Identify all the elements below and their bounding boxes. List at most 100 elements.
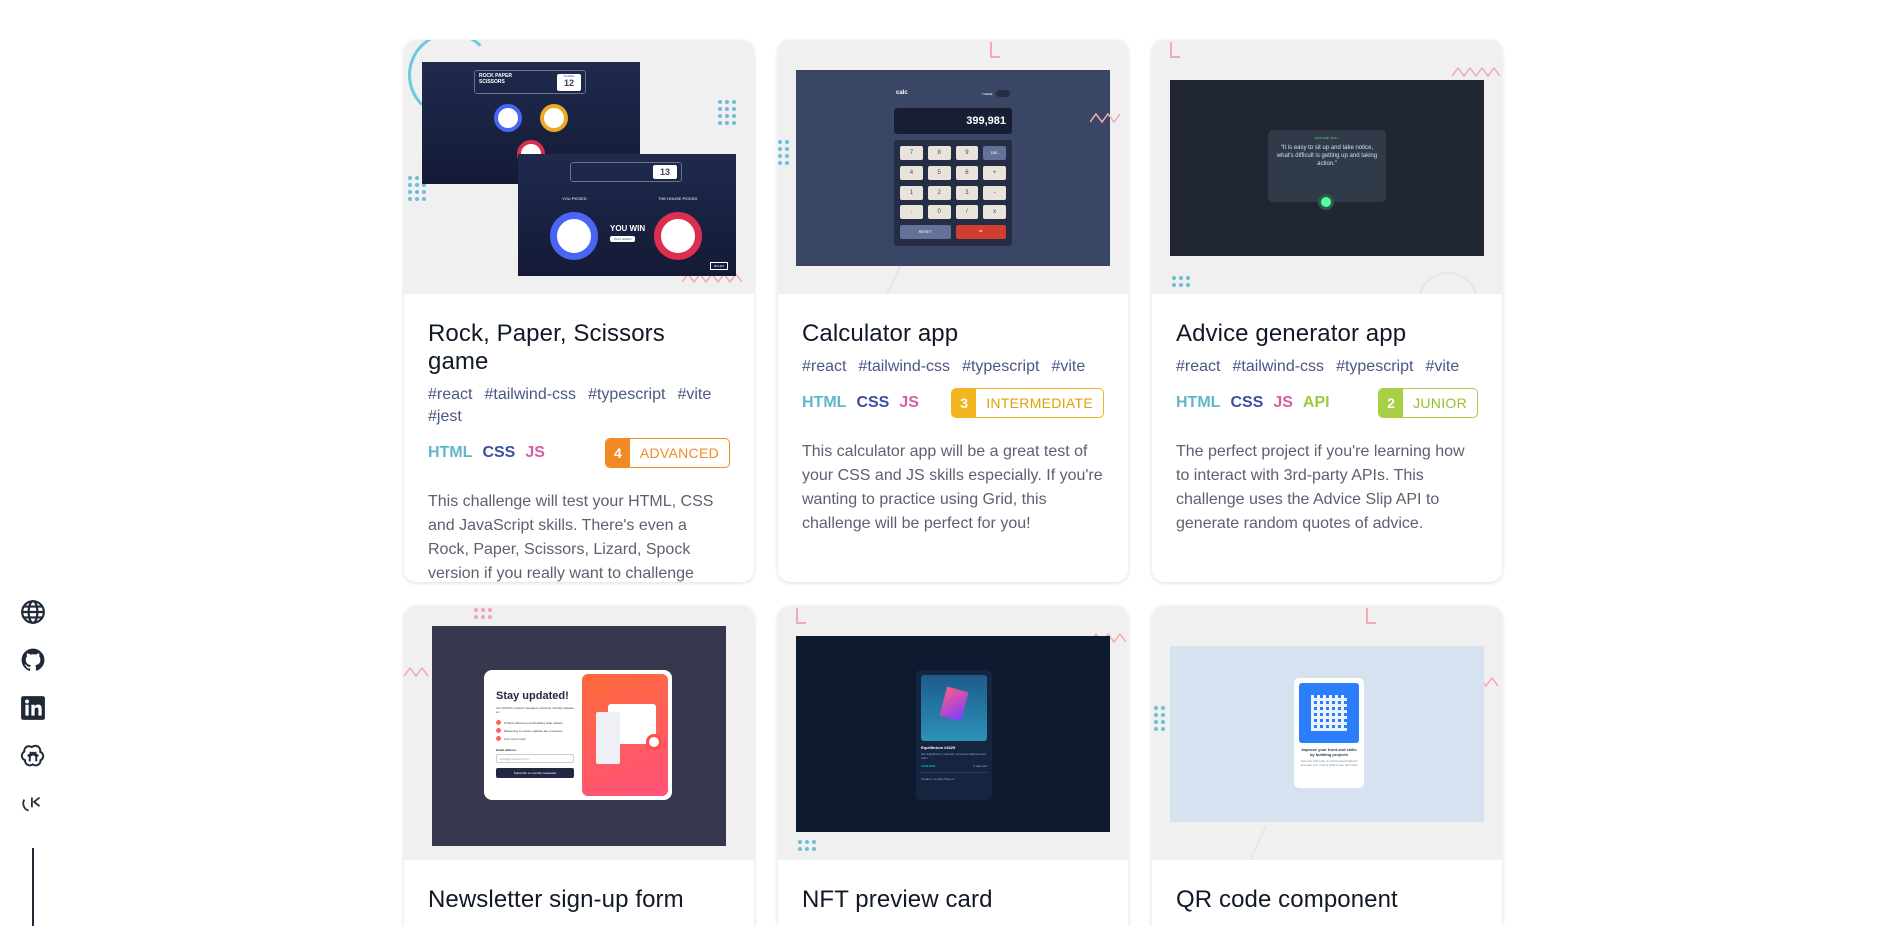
advice-label: ADVICE #117 xyxy=(1315,136,1339,140)
project-preview-advice: ADVICE #117 “It is easy to sit up and ta… xyxy=(1152,40,1502,294)
project-card-qr-code[interactable]: Improve your front-end skills by buildin… xyxy=(1152,606,1502,926)
tag-vite[interactable]: #vite xyxy=(1425,358,1459,376)
tag-vite[interactable]: #vite xyxy=(677,386,711,404)
difficulty-level: 3 xyxy=(952,389,977,417)
tag-tailwind-css[interactable]: #tailwind-css xyxy=(1232,358,1324,376)
calc-key: / xyxy=(955,205,979,220)
project-card-nft-preview[interactable]: Equilibrium #3429 Our Equilibrium collec… xyxy=(778,606,1128,926)
tag-react[interactable]: #react xyxy=(802,358,846,376)
calc-key: 5 xyxy=(927,165,951,180)
calc-key: x xyxy=(983,205,1006,220)
projects-grid: ROCK PAPER SCISSORS SCORE 12 RULES 13 xyxy=(404,40,1502,926)
calc-key: 3 xyxy=(955,185,979,200)
tag-tailwind-css[interactable]: #tailwind-css xyxy=(858,358,950,376)
card-description: This challenge will test your HTML, CSS … xyxy=(428,493,714,582)
project-preview-nft: Equilibrium #3429 Our Equilibrium collec… xyxy=(778,606,1128,860)
kodi-logo-icon[interactable] xyxy=(19,790,47,818)
difficulty-level: 4 xyxy=(605,439,630,467)
project-card-calculator[interactable]: calc THEME 399,981 7 8 9 DEL 4 5 6 + 1 2… xyxy=(778,40,1128,582)
calc-key: 1 xyxy=(900,185,923,200)
lang-js: JS xyxy=(899,394,919,411)
project-preview-qr: Improve your front-end skills by buildin… xyxy=(1152,606,1502,860)
rps-score-2: 13 xyxy=(659,167,670,177)
advice-dice-button xyxy=(1318,194,1334,210)
linkedin-icon[interactable] xyxy=(19,694,47,722)
newsletter-email-label: Email address xyxy=(496,748,517,752)
nft-creator: Creation of Jules Wyvern xyxy=(921,777,955,781)
project-card-newsletter[interactable]: Stay updated! Join 60,000+ product manag… xyxy=(404,606,754,926)
tag-typescript[interactable]: #typescript xyxy=(962,358,1039,376)
nft-text: Our Equilibrium collection promotes bala… xyxy=(921,752,986,760)
calc-key: - xyxy=(983,185,1006,200)
calc-key: 8 xyxy=(927,146,951,160)
social-rail xyxy=(18,598,48,818)
newsletter-email-input: email@company.com xyxy=(496,754,574,763)
project-preview-rps: ROCK PAPER SCISSORS SCORE 12 RULES 13 xyxy=(404,40,754,294)
newsletter-heading: Stay updated! xyxy=(496,690,569,702)
nft-name: Equilibrium #3429 xyxy=(921,745,956,750)
card-title[interactable]: QR code component xyxy=(1176,886,1478,914)
rps-you-picked: YOU PICKED xyxy=(562,196,587,201)
rps-result: YOU WIN xyxy=(610,224,646,233)
card-description: The perfect project if you're learning h… xyxy=(1176,443,1465,532)
card-title[interactable]: Calculator app xyxy=(802,320,1104,348)
newsletter-item: Product discovery and building what matt… xyxy=(504,720,563,725)
newsletter-item: And much more! xyxy=(504,736,527,741)
lang-html: HTML xyxy=(802,394,847,411)
tag-react[interactable]: #react xyxy=(428,386,472,404)
newsletter-sub: Join 60,000+ product managers receiving … xyxy=(496,706,574,714)
lang-html: HTML xyxy=(428,444,473,461)
rps-game-title: ROCK PAPER SCISSORS xyxy=(479,73,512,85)
nft-time-left: 3 days left xyxy=(973,764,987,768)
rps-play-again: PLAY AGAIN xyxy=(610,236,636,242)
difficulty-label: ADVANCED xyxy=(639,445,719,461)
rps-rules-button-2: RULES xyxy=(709,262,728,270)
tag-list: #react #tailwind-css #typescript #vite xyxy=(1176,358,1478,376)
project-preview-calculator: calc THEME 399,981 7 8 9 DEL 4 5 6 + 1 2… xyxy=(778,40,1128,294)
card-title[interactable]: Rock, Paper, Scissors game xyxy=(428,320,730,376)
lang-html: HTML xyxy=(1176,394,1221,411)
rps-score-1: 12 xyxy=(563,78,574,88)
tag-jest[interactable]: #jest xyxy=(428,408,462,426)
rail-divider xyxy=(32,848,34,926)
qr-heading: Improve your front-end skills by buildin… xyxy=(1301,747,1357,757)
lang-js: JS xyxy=(1273,394,1293,411)
newsletter-item: Measuring to ensure updates are a succes… xyxy=(504,728,563,733)
card-title[interactable]: Newsletter sign-up form xyxy=(428,886,730,914)
calc-key-reset: RESET xyxy=(900,225,951,240)
website-globe-icon[interactable] xyxy=(19,598,47,626)
lang-css: CSS xyxy=(1230,394,1264,411)
calc-key: + xyxy=(983,165,1006,180)
card-description: This calculator app will be a great test… xyxy=(802,443,1103,532)
tag-typescript[interactable]: #typescript xyxy=(588,386,665,404)
tag-typescript[interactable]: #typescript xyxy=(1336,358,1413,376)
lang-css: CSS xyxy=(856,394,890,411)
tag-list: #react #tailwind-css #typescript #vite #… xyxy=(428,386,730,426)
calc-key: 4 xyxy=(900,165,923,180)
lang-css: CSS xyxy=(482,444,516,461)
tag-vite[interactable]: #vite xyxy=(1051,358,1085,376)
tag-react[interactable]: #react xyxy=(1176,358,1220,376)
project-card-advice-generator[interactable]: ADVICE #117 “It is easy to sit up and ta… xyxy=(1152,40,1502,582)
project-preview-newsletter: Stay updated! Join 60,000+ product manag… xyxy=(404,606,754,860)
tag-list: #react #tailwind-css #typescript #vite xyxy=(802,358,1104,376)
difficulty-badge: 4 ADVANCED xyxy=(604,438,730,468)
lang-api: API xyxy=(1302,394,1330,411)
nft-price: 0.041 ETH xyxy=(921,764,936,768)
calc-key: . xyxy=(900,205,923,220)
calc-brand: calc xyxy=(896,90,908,96)
openai-icon[interactable] xyxy=(19,742,47,770)
language-list: HTML CSS JS API xyxy=(1176,394,1330,412)
calc-theme-label: THEME xyxy=(982,92,993,96)
calc-display: 399,981 xyxy=(894,108,1012,134)
difficulty-label: JUNIOR xyxy=(1413,395,1467,411)
card-title[interactable]: Advice generator app xyxy=(1176,320,1478,348)
calc-key-del: DEL xyxy=(983,146,1006,160)
calc-key: 7 xyxy=(900,146,923,160)
difficulty-level: 2 xyxy=(1379,389,1404,417)
github-icon[interactable] xyxy=(19,646,47,674)
tag-tailwind-css[interactable]: #tailwind-css xyxy=(484,386,576,404)
lang-js: JS xyxy=(525,444,545,461)
card-title[interactable]: NFT preview card xyxy=(802,886,1104,914)
project-card-rock-paper-scissors[interactable]: ROCK PAPER SCISSORS SCORE 12 RULES 13 xyxy=(404,40,754,582)
